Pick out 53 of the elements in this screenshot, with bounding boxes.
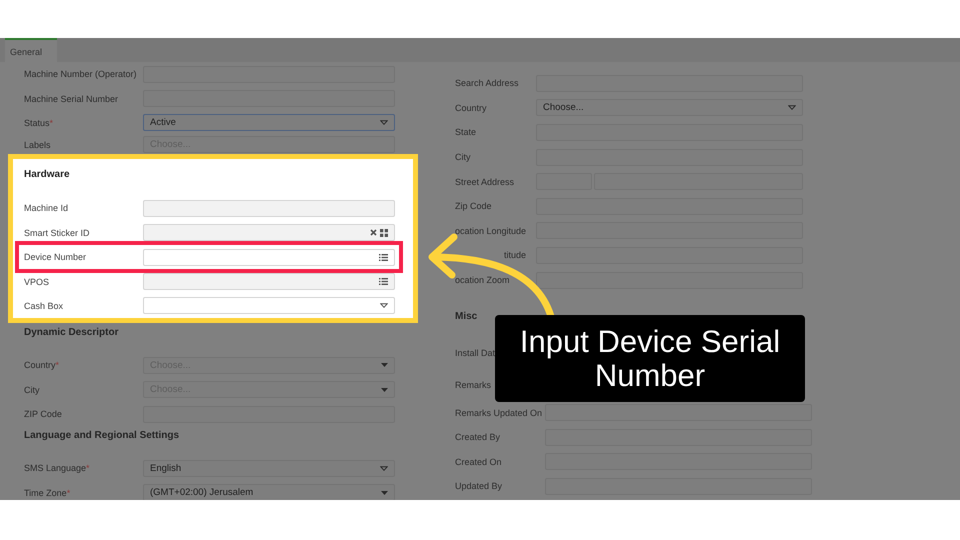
required-mark: * bbox=[56, 360, 60, 370]
field-label: ocation Zoom bbox=[455, 275, 510, 286]
field-label: State bbox=[455, 127, 476, 138]
field-label: Smart Sticker ID bbox=[24, 228, 90, 238]
field-label: Country bbox=[455, 102, 487, 113]
required-mark: * bbox=[86, 463, 90, 474]
field-label: Created On bbox=[455, 456, 502, 467]
field-label: Street Address bbox=[455, 176, 514, 187]
tab[interactable]: General bbox=[5, 38, 57, 62]
field-label: ZIP Code bbox=[24, 409, 62, 420]
field-label: Machine Number (Operator) bbox=[24, 69, 137, 80]
field-label: ocation Longitude bbox=[455, 226, 526, 236]
dropdown[interactable]: Active bbox=[143, 114, 395, 132]
field-label: Machine Id bbox=[24, 203, 68, 214]
caret-icon bbox=[381, 363, 388, 368]
caret-icon bbox=[381, 388, 388, 392]
caret-icon bbox=[380, 120, 388, 126]
field-label: Updated By bbox=[455, 481, 502, 492]
caret-icon bbox=[788, 105, 796, 110]
dropdown[interactable]: (GMT+02:00) Jerusalem bbox=[143, 484, 395, 500]
field-label: Created By bbox=[455, 432, 500, 442]
field-label: titude bbox=[504, 250, 526, 260]
field-label: Country bbox=[24, 360, 56, 370]
caret-icon bbox=[380, 466, 388, 471]
field-label: Remarks bbox=[455, 380, 492, 390]
section-heading: Language and Regional Settings bbox=[24, 429, 180, 444]
field-label: VPOS bbox=[24, 276, 50, 287]
field-label: City bbox=[455, 152, 470, 162]
required-mark: * bbox=[50, 118, 54, 128]
required-mark: * bbox=[66, 488, 70, 498]
field-label: Machine Serial Number bbox=[24, 94, 118, 104]
caret-icon bbox=[380, 303, 388, 308]
section-heading: Hardware bbox=[24, 168, 71, 182]
section-heading: Dynamic Descriptor bbox=[24, 326, 120, 340]
dropdown[interactable]: English bbox=[143, 460, 395, 477]
field-label: Install Dat bbox=[455, 348, 496, 358]
dropdown[interactable]: Choose... bbox=[536, 99, 803, 116]
callout-text: Input Device Serial Number bbox=[495, 315, 805, 402]
dropdown[interactable] bbox=[143, 297, 395, 314]
caret-icon bbox=[381, 490, 388, 495]
field-label: Search Address bbox=[455, 78, 519, 88]
field-label: Time Zone bbox=[24, 488, 67, 498]
field-label: Cash Box bbox=[24, 300, 64, 311]
input-field[interactable] bbox=[536, 272, 803, 289]
field-label: Remarks Updated On bbox=[455, 408, 542, 418]
field-label: Status bbox=[24, 118, 50, 128]
field-label: City bbox=[24, 384, 40, 395]
field-label: Zip Code bbox=[455, 201, 492, 212]
field-label: Labels bbox=[24, 140, 51, 150]
field-label: SMS Language bbox=[24, 463, 86, 474]
list-icon[interactable] bbox=[379, 254, 388, 261]
field-label: Device Number bbox=[24, 252, 86, 262]
section-heading: Misc bbox=[455, 310, 478, 324]
